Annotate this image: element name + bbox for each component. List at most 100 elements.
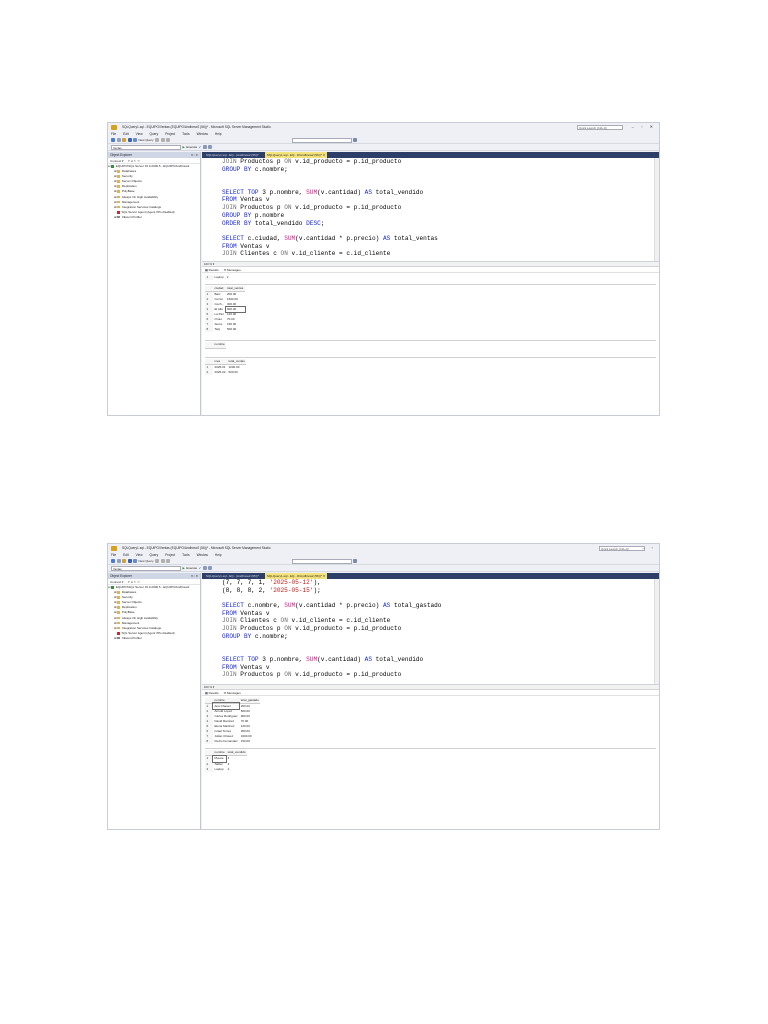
- code-line[interactable]: JOIN Productos p ON v.id_producto = p.id…: [202, 158, 659, 166]
- menu-help[interactable]: Help: [215, 552, 222, 558]
- connect-button[interactable]: Connect ▾: [110, 580, 124, 584]
- forward-icon[interactable]: [116, 138, 121, 142]
- properties-icon[interactable]: [353, 138, 358, 142]
- menu-project[interactable]: Project: [165, 131, 175, 137]
- code-line[interactable]: SELECT c.nombre, SUM(v.cantidad * p.prec…: [202, 602, 659, 610]
- results-to-grid-icon[interactable]: [202, 566, 207, 570]
- code-line[interactable]: SELECT TOP 3 p.nombre, SUM(v.cantidad) A…: [202, 656, 659, 664]
- menu-help[interactable]: Help: [215, 131, 222, 137]
- open-icon[interactable]: [122, 138, 126, 142]
- menu-file[interactable]: File: [111, 131, 116, 137]
- code-line[interactable]: JOIN Productos p ON v.id_producto = p.id…: [202, 204, 659, 212]
- search-combo[interactable]: [291, 558, 352, 564]
- comment-icon[interactable]: [208, 566, 213, 570]
- code-line[interactable]: FROM Ventas v: [202, 243, 659, 251]
- new-query-button[interactable]: New Query: [139, 137, 154, 144]
- filter-icon[interactable]: ▼ ■ ↻ ⟲: [127, 159, 139, 163]
- connect-button[interactable]: Connect ▾: [110, 159, 124, 163]
- column-header[interactable]: total_ventas: [225, 285, 245, 292]
- code-line[interactable]: FROM Ventas v: [202, 664, 659, 672]
- code-line[interactable]: [202, 594, 659, 602]
- execute-icon[interactable]: ▶: [183, 565, 185, 572]
- open-icon[interactable]: [122, 559, 126, 563]
- close-tab-icon[interactable]: ✕: [323, 153, 326, 157]
- column-header[interactable]: nombre: [213, 750, 227, 757]
- code-line[interactable]: FROM Ventas v: [202, 610, 659, 618]
- pane-controls[interactable]: ▾ ▫ ✕: [191, 152, 198, 158]
- results-tab[interactable]: ▦ Results: [205, 690, 219, 695]
- messages-tab[interactable]: ✉ Messages: [224, 690, 241, 695]
- code-line[interactable]: FROM Ventas v: [202, 196, 659, 204]
- filter-icon[interactable]: ▼ ■ ↻ ⟲: [127, 580, 139, 584]
- database-select[interactable]: Ventas: [111, 144, 181, 150]
- undo-icon[interactable]: [166, 138, 171, 142]
- code-line[interactable]: SELECT TOP 3 p.nombre, SUM(v.cantidad) A…: [202, 189, 659, 197]
- query-options-icon[interactable]: [155, 138, 160, 142]
- quick-launch-input[interactable]: Quick Launch (Ctrl+Q): [599, 545, 645, 551]
- back-icon[interactable]: [111, 559, 115, 563]
- code-line[interactable]: GROUP BY c.nombre;: [202, 166, 659, 174]
- save-all-icon[interactable]: [133, 559, 137, 563]
- forward-icon[interactable]: [116, 559, 121, 563]
- save-all-icon[interactable]: [133, 138, 137, 142]
- code-line[interactable]: JOIN Productos p ON v.id_producto = p.id…: [202, 625, 659, 633]
- query-options-icon[interactable]: [155, 559, 160, 563]
- table-row[interactable]: 2 2025-02 600.00: [205, 369, 246, 375]
- sql-code-editor[interactable]: JOIN Productos p ON v.id_producto = p.id…: [202, 158, 659, 262]
- menu-edit[interactable]: Edit: [123, 131, 129, 137]
- column-header[interactable]: total_ventas: [227, 358, 247, 365]
- tree-node-xevent-profiler[interactable]: ⊞ XEvent Profiler: [108, 636, 200, 641]
- undo-icon[interactable]: [166, 559, 171, 563]
- messages-tab[interactable]: ✉ Messages: [224, 267, 241, 272]
- table-row[interactable]: 8 Tarij 500.00: [205, 327, 245, 333]
- vertical-scrollbar[interactable]: [654, 579, 659, 684]
- comment-icon[interactable]: [208, 145, 213, 149]
- cut-icon[interactable]: [160, 559, 165, 563]
- code-line[interactable]: (7, 7, 7, 1, '2025-05-12'),: [202, 579, 659, 587]
- save-icon[interactable]: [127, 138, 132, 142]
- results-to-grid-icon[interactable]: [202, 145, 207, 149]
- window-controls[interactable]: ‒ ▫: [642, 544, 656, 552]
- menu-window[interactable]: Window: [197, 552, 208, 558]
- code-line[interactable]: JOIN Clientes c ON v.id_cliente = c.id_c…: [202, 617, 659, 625]
- table-row[interactable]: 1 Laptop 2: [205, 274, 230, 280]
- menu-edit[interactable]: Edit: [123, 552, 129, 558]
- menu-tools[interactable]: Tools: [182, 552, 189, 558]
- parse-icon[interactable]: ✔: [199, 565, 202, 572]
- cut-icon[interactable]: [160, 138, 165, 142]
- code-line[interactable]: ORDER BY total_vendido DESC;: [202, 220, 659, 228]
- code-line[interactable]: (8, 8, 8, 2, '2025-05-15');: [202, 587, 659, 595]
- column-header[interactable]: total_vendido: [226, 750, 248, 757]
- execute-button[interactable]: Execute: [186, 565, 197, 572]
- menu-tools[interactable]: Tools: [182, 131, 189, 137]
- table-row[interactable]: 8 Pedro Fernandez 150.00: [205, 739, 260, 745]
- table-row[interactable]: 3 Laptop 2: [205, 766, 247, 772]
- quick-launch-input[interactable]: Quick Launch (Ctrl+Q): [577, 124, 623, 130]
- menu-file[interactable]: File: [111, 552, 116, 558]
- code-line[interactable]: [202, 173, 659, 181]
- vertical-scrollbar[interactable]: [654, 158, 659, 261]
- menu-window[interactable]: Window: [197, 131, 208, 137]
- code-line[interactable]: JOIN Productos p ON v.id_producto = p.id…: [202, 671, 659, 679]
- code-line[interactable]: [202, 641, 659, 649]
- code-line[interactable]: [202, 181, 659, 189]
- code-line[interactable]: GROUP BY c.nombre;: [202, 633, 659, 641]
- search-combo[interactable]: [291, 137, 352, 143]
- results-tab[interactable]: ▦ Results: [205, 267, 219, 272]
- code-line[interactable]: GROUP BY p.nombre: [202, 212, 659, 220]
- execute-button[interactable]: Execute: [186, 144, 197, 151]
- close-tab-icon[interactable]: ✕: [323, 574, 326, 578]
- database-select[interactable]: Ventas: [111, 565, 181, 571]
- code-line[interactable]: [202, 648, 659, 656]
- window-controls[interactable]: ‒ ▫ ✕: [632, 123, 656, 131]
- back-icon[interactable]: [111, 138, 115, 142]
- properties-icon[interactable]: [353, 559, 358, 563]
- code-line[interactable]: JOIN Clientes c ON v.id_cliente = c.id_c…: [202, 250, 659, 258]
- parse-icon[interactable]: ✔: [199, 144, 202, 151]
- sql-code-editor[interactable]: (7, 7, 7, 1, '2025-05-12'), (8, 8, 8, 2, …: [202, 579, 659, 685]
- save-icon[interactable]: [127, 559, 132, 563]
- tree-node-xevent-profiler[interactable]: ⊞ XEvent Profiler: [108, 215, 200, 220]
- column-header[interactable]: total_gastado: [239, 697, 261, 704]
- execute-icon[interactable]: ▶: [183, 144, 185, 151]
- pane-controls[interactable]: ▾ ▫ ✕: [191, 573, 198, 579]
